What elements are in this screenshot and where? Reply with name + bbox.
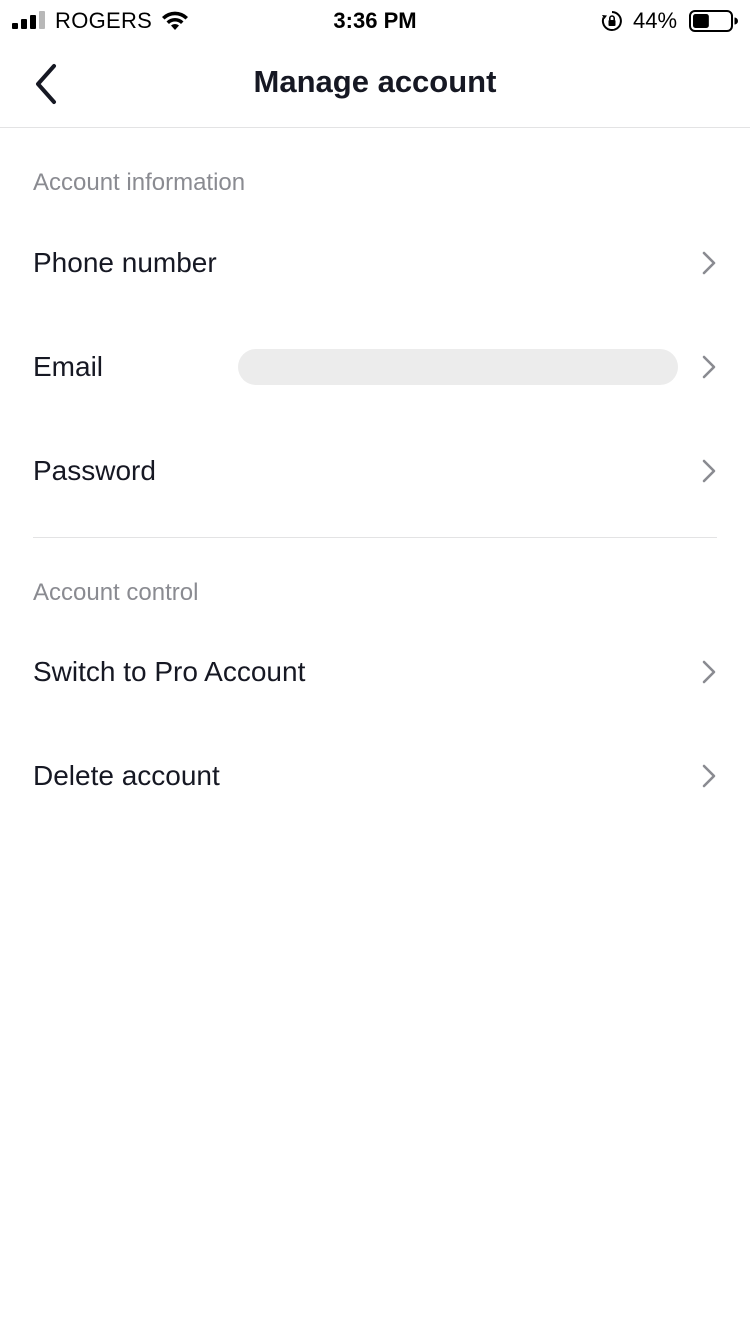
row-email[interactable]: Email (0, 315, 750, 419)
row-label: Email (33, 351, 104, 382)
battery-icon (689, 10, 738, 32)
row-label: Password (33, 455, 156, 486)
row-label: Phone number (33, 247, 217, 278)
section-header-account-control: Account control (33, 579, 199, 606)
row-password[interactable]: Password (0, 419, 750, 523)
battery-percent: 44% (633, 8, 678, 33)
email-value-redacted (238, 349, 678, 385)
section-divider (33, 537, 717, 538)
row-phone-number[interactable]: Phone number (0, 211, 750, 315)
section-header-account-information: Account information (33, 169, 246, 196)
row-switch-to-pro-account[interactable]: Switch to Pro Account (0, 620, 750, 724)
row-label: Delete account (33, 760, 220, 791)
orientation-lock-icon (601, 11, 622, 31)
status-bar: ROGERS 3:36 PM 44% (0, 0, 750, 40)
chevron-right-icon (702, 764, 716, 788)
row-delete-account[interactable]: Delete account (0, 724, 750, 828)
chevron-right-icon (702, 251, 716, 275)
row-label: Switch to Pro Account (33, 656, 306, 687)
chevron-right-icon (702, 459, 716, 483)
page-title: Manage account (253, 64, 497, 99)
nav-header: Manage account (0, 40, 750, 128)
chevron-right-icon (702, 355, 716, 379)
chevron-right-icon (702, 660, 716, 684)
